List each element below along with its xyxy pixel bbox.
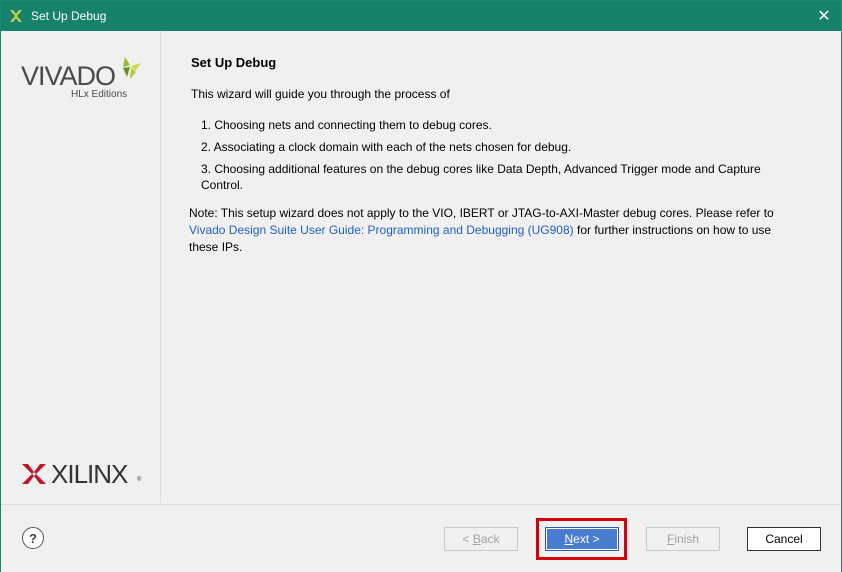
next-label-rest: ext > [573, 532, 600, 546]
close-button[interactable]: ✕ [807, 1, 841, 31]
back-accel: B [472, 532, 481, 546]
wizard-window: Set Up Debug ✕ VIVADO HLx Editions XILIN… [0, 0, 842, 572]
vivado-logo: VIVADO HLx Editions [21, 55, 151, 115]
finish-label-rest: inish [674, 532, 700, 546]
xilinx-logo-text: XILINX [51, 459, 128, 489]
next-accel: N [564, 532, 574, 546]
finish-button[interactable]: Finish [646, 527, 720, 551]
wizard-sidebar: VIVADO HLx Editions XILINX ® [1, 31, 161, 503]
note-text: Note: This setup wizard does not apply t… [189, 205, 789, 256]
step-item: 1. Choosing nets and connecting them to … [201, 118, 492, 132]
intro-text: This wizard will guide you through the p… [191, 87, 450, 101]
vivado-leaf-icon [123, 57, 141, 79]
page-title: Set Up Debug [191, 55, 277, 70]
step-item: 2. Associating a clock domain with each … [201, 140, 572, 154]
close-icon: ✕ [817, 8, 831, 25]
back-button[interactable]: < Back [444, 527, 518, 551]
registered-mark: ® [137, 477, 142, 483]
back-label-prefix: < [462, 532, 473, 546]
vivado-logo-subtitle: HLx Editions [71, 89, 128, 100]
next-button[interactable]: Next > [545, 527, 619, 551]
xilinx-logo: XILINX ® [21, 459, 151, 489]
step-item: 3. Choosing additional features on the d… [201, 162, 761, 192]
ug908-link[interactable]: Vivado Design Suite User Guide: Programm… [189, 223, 574, 237]
help-icon: ? [29, 530, 37, 546]
help-button[interactable]: ? [22, 527, 44, 549]
finish-accel: F [666, 532, 675, 546]
button-bar: ? < Back Next > Finish Cancel [1, 504, 841, 572]
window-title: Set Up Debug [31, 9, 107, 23]
cancel-button[interactable]: Cancel [747, 527, 821, 551]
title-bar[interactable]: Set Up Debug ✕ [1, 1, 841, 31]
xilinx-x-icon [22, 464, 46, 484]
vivado-logo-text: VIVADO [21, 61, 116, 91]
wizard-content: Set Up Debug This wizard will guide you … [161, 31, 841, 503]
note-prefix: Note: This setup wizard does not apply t… [189, 206, 774, 220]
vivado-app-icon [10, 10, 22, 22]
back-label-rest: ack [480, 532, 500, 546]
